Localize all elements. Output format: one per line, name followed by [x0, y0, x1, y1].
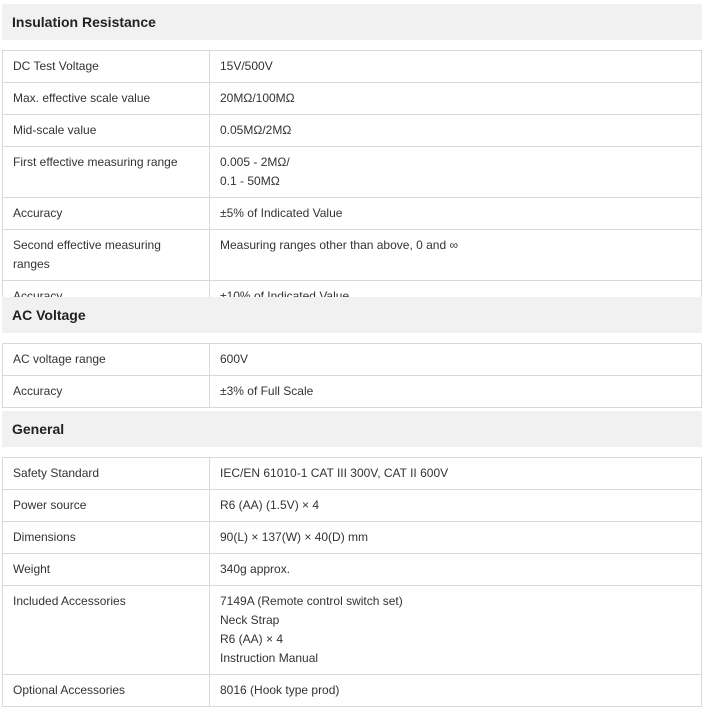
spec-value: 7149A (Remote control switch set) Neck S… — [209, 585, 702, 675]
spec-value-line: R6 (AA) (1.5V) × 4 — [220, 498, 320, 512]
spec-value: ±3% of Full Scale — [209, 375, 702, 408]
spec-value-line: ±5% of Indicated Value — [220, 206, 343, 220]
table-row: Mid-scale value 0.05MΩ/2MΩ — [2, 114, 702, 147]
spec-label: Included Accessories — [2, 585, 210, 675]
spec-value-line: 0.005 - 2MΩ/ — [220, 155, 290, 169]
spec-label: Safety Standard — [2, 457, 210, 490]
table-row: DC Test Voltage 15V/500V — [2, 50, 702, 83]
spec-value-line: Measuring ranges other than above, 0 and… — [220, 238, 459, 252]
section-general: General — [2, 411, 702, 447]
spec-value-line: IEC/EN 61010-1 CAT III 300V, CAT II 600V — [220, 466, 449, 480]
spec-value: 8016 (Hook type prod) — [209, 674, 702, 707]
table-row: Power source R6 (AA) (1.5V) × 4 — [2, 489, 702, 522]
spec-table-general: Safety Standard IEC/EN 61010-1 CAT III 3… — [2, 457, 702, 707]
table-row: Weight 340g approx. — [2, 553, 702, 586]
section-title: AC Voltage — [2, 297, 702, 333]
spec-value: Measuring ranges other than above, 0 and… — [209, 229, 702, 281]
spec-value-line: ±3% of Full Scale — [220, 384, 314, 398]
spec-label: Max. effective scale value — [2, 82, 210, 115]
spec-value: R6 (AA) (1.5V) × 4 — [209, 489, 702, 522]
spec-table-ac-voltage: AC voltage range 600V Accuracy ±3% of Fu… — [2, 343, 702, 408]
table-row: Optional Accessories 8016 (Hook type pro… — [2, 674, 702, 707]
spec-value-line: 90(L) × 137(W) × 40(D) mm — [220, 530, 369, 544]
spec-value: 15V/500V — [209, 50, 702, 83]
spec-value: 0.005 - 2MΩ/ 0.1 - 50MΩ — [209, 146, 702, 198]
spec-label: Weight — [2, 553, 210, 586]
table-row: First effective measuring range 0.005 - … — [2, 146, 702, 198]
spec-value: ±5% of Indicated Value — [209, 197, 702, 230]
table-row: Max. effective scale value 20MΩ/100MΩ — [2, 82, 702, 115]
spec-value-line: Instruction Manual — [220, 651, 319, 665]
spec-label: Second effective measuring ranges — [2, 229, 210, 281]
spec-value-line: 20MΩ/100MΩ — [220, 91, 295, 105]
spec-label: First effective measuring range — [2, 146, 210, 198]
spec-value: 0.05MΩ/2MΩ — [209, 114, 702, 147]
table-row: Accuracy ±5% of Indicated Value — [2, 197, 702, 230]
spec-page: Insulation Resistance DC Test Voltage 15… — [0, 0, 705, 707]
spec-label: Accuracy — [2, 375, 210, 408]
spec-value: 600V — [209, 343, 702, 376]
section-title: General — [2, 411, 702, 447]
spec-label: Accuracy — [2, 197, 210, 230]
spec-label: Dimensions — [2, 521, 210, 554]
table-row: Second effective measuring ranges Measur… — [2, 229, 702, 281]
spec-value-line: R6 (AA) × 4 — [220, 632, 284, 646]
spec-value-line: 0.05MΩ/2MΩ — [220, 123, 292, 137]
spec-label: Power source — [2, 489, 210, 522]
table-row: AC voltage range 600V — [2, 343, 702, 376]
spec-value: 340g approx. — [209, 553, 702, 586]
spec-value-line: 8016 (Hook type prod) — [220, 683, 340, 697]
spec-table-insulation-resistance: DC Test Voltage 15V/500V Max. effective … — [2, 50, 702, 313]
table-row: Included Accessories 7149A (Remote contr… — [2, 585, 702, 675]
spec-value: 90(L) × 137(W) × 40(D) mm — [209, 521, 702, 554]
spec-value-line: 340g approx. — [220, 562, 291, 576]
table-row: Dimensions 90(L) × 137(W) × 40(D) mm — [2, 521, 702, 554]
spec-value-line: 600V — [220, 352, 249, 366]
spec-label: Mid-scale value — [2, 114, 210, 147]
section-ac-voltage: AC Voltage — [2, 297, 702, 333]
spec-value-line: Neck Strap — [220, 613, 280, 627]
table-row: Accuracy ±3% of Full Scale — [2, 375, 702, 408]
spec-label: DC Test Voltage — [2, 50, 210, 83]
section-title: Insulation Resistance — [2, 4, 702, 40]
spec-value-line: 15V/500V — [220, 59, 273, 73]
table-row: Safety Standard IEC/EN 61010-1 CAT III 3… — [2, 457, 702, 490]
section-insulation-resistance: Insulation Resistance — [2, 4, 702, 40]
spec-value-line: 7149A (Remote control switch set) — [220, 594, 403, 608]
spec-label: AC voltage range — [2, 343, 210, 376]
spec-value-line: 0.1 - 50MΩ — [220, 174, 280, 188]
spec-value: 20MΩ/100MΩ — [209, 82, 702, 115]
spec-label: Optional Accessories — [2, 674, 210, 707]
spec-value: IEC/EN 61010-1 CAT III 300V, CAT II 600V — [209, 457, 702, 490]
